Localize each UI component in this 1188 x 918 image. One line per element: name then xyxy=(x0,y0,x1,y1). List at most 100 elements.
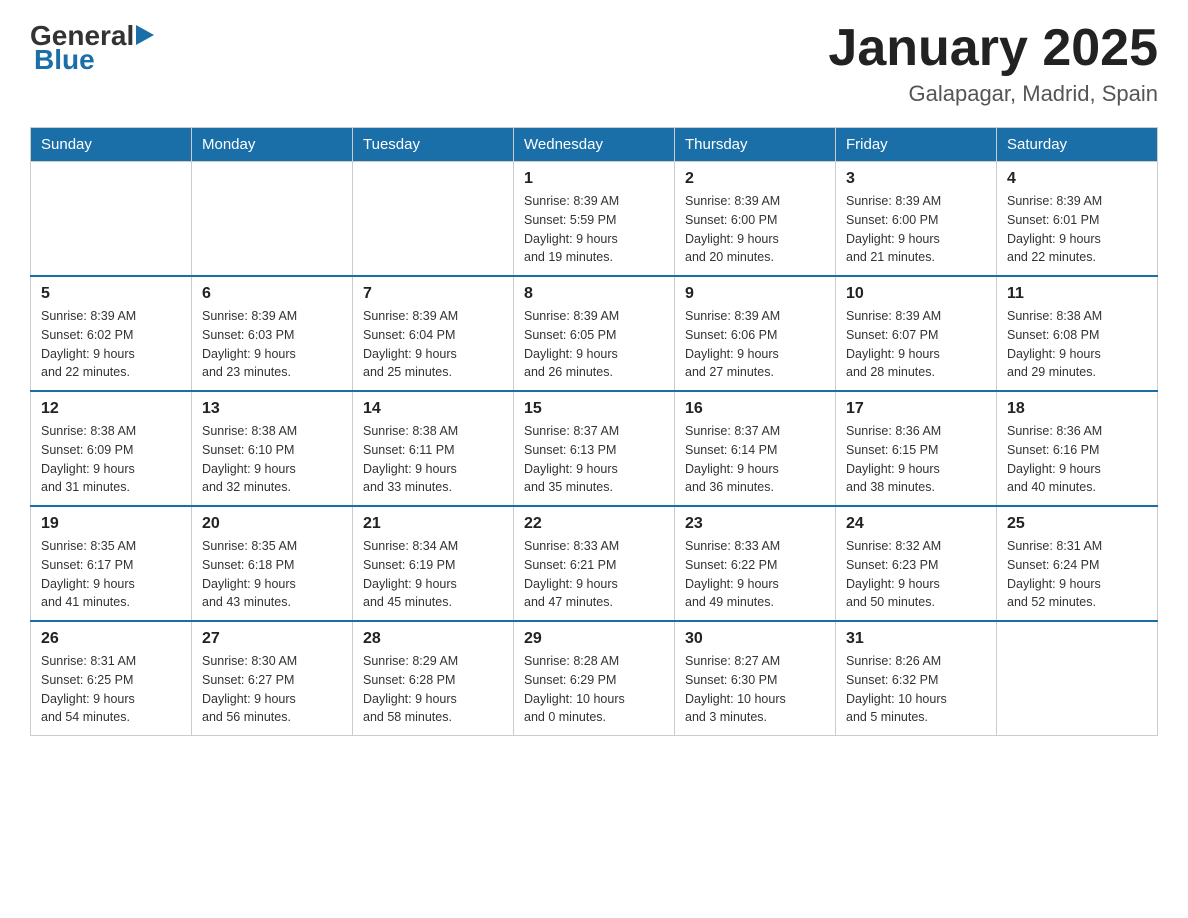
day-info: Sunrise: 8:39 AM Sunset: 6:03 PM Dayligh… xyxy=(202,307,342,382)
day-info: Sunrise: 8:39 AM Sunset: 6:06 PM Dayligh… xyxy=(685,307,825,382)
day-info: Sunrise: 8:38 AM Sunset: 6:11 PM Dayligh… xyxy=(363,422,503,497)
day-number: 9 xyxy=(685,285,825,303)
day-number: 10 xyxy=(846,285,986,303)
calendar-cell: 10 Sunrise: 8:39 AM Sunset: 6:07 PM Dayli… xyxy=(836,276,997,391)
calendar-header-wednesday: Wednesday xyxy=(514,128,675,162)
day-number: 17 xyxy=(846,400,986,418)
calendar-header-sunday: Sunday xyxy=(31,128,192,162)
calendar-cell: 3 Sunrise: 8:39 AM Sunset: 6:00 PM Daylig… xyxy=(836,162,997,277)
calendar-cell: 4 Sunrise: 8:39 AM Sunset: 6:01 PM Daylig… xyxy=(997,162,1158,277)
day-number: 19 xyxy=(41,515,181,533)
day-info: Sunrise: 8:28 AM Sunset: 6:29 PM Dayligh… xyxy=(524,652,664,727)
day-info: Sunrise: 8:37 AM Sunset: 6:14 PM Dayligh… xyxy=(685,422,825,497)
calendar-week-row: 5 Sunrise: 8:39 AM Sunset: 6:02 PM Daylig… xyxy=(31,276,1158,391)
calendar-cell: 17 Sunrise: 8:36 AM Sunset: 6:15 PM Dayli… xyxy=(836,391,997,506)
day-info: Sunrise: 8:38 AM Sunset: 6:08 PM Dayligh… xyxy=(1007,307,1147,382)
calendar-header-thursday: Thursday xyxy=(675,128,836,162)
day-info: Sunrise: 8:38 AM Sunset: 6:09 PM Dayligh… xyxy=(41,422,181,497)
day-info: Sunrise: 8:39 AM Sunset: 6:00 PM Dayligh… xyxy=(846,192,986,267)
day-info: Sunrise: 8:39 AM Sunset: 5:59 PM Dayligh… xyxy=(524,192,664,267)
calendar-cell: 18Sunrise: 8:36 AM Sunset: 6:16 PM Dayli… xyxy=(997,391,1158,506)
day-number: 22 xyxy=(524,515,664,533)
calendar-cell: 31Sunrise: 8:26 AM Sunset: 6:32 PM Dayli… xyxy=(836,621,997,736)
calendar-week-row: 1 Sunrise: 8:39 AM Sunset: 5:59 PM Daylig… xyxy=(31,162,1158,277)
day-number: 16 xyxy=(685,400,825,418)
page-header: General Blue January 2025 Galapagar, Mad… xyxy=(30,20,1158,107)
calendar-header-row: SundayMondayTuesdayWednesdayThursdayFrid… xyxy=(31,128,1158,162)
day-number: 27 xyxy=(202,630,342,648)
day-info: Sunrise: 8:34 AM Sunset: 6:19 PM Dayligh… xyxy=(363,537,503,612)
day-info: Sunrise: 8:32 AM Sunset: 6:23 PM Dayligh… xyxy=(846,537,986,612)
calendar-week-row: 19 Sunrise: 8:35 AM Sunset: 6:17 PM Dayli… xyxy=(31,506,1158,621)
calendar-cell: 11 Sunrise: 8:38 AM Sunset: 6:08 PM Dayli… xyxy=(997,276,1158,391)
day-number: 11 xyxy=(1007,285,1147,303)
day-number: 1 xyxy=(524,170,664,188)
day-number: 29 xyxy=(524,630,664,648)
day-info: Sunrise: 8:35 AM Sunset: 6:17 PM Dayligh… xyxy=(41,537,181,612)
title-block: January 2025 Galapagar, Madrid, Spain xyxy=(828,20,1158,107)
day-number: 4 xyxy=(1007,170,1147,188)
day-info: Sunrise: 8:38 AM Sunset: 6:10 PM Dayligh… xyxy=(202,422,342,497)
day-number: 24 xyxy=(846,515,986,533)
day-number: 28 xyxy=(363,630,503,648)
calendar-cell: 5 Sunrise: 8:39 AM Sunset: 6:02 PM Daylig… xyxy=(31,276,192,391)
calendar-cell xyxy=(31,162,192,277)
calendar-cell: 16 Sunrise: 8:37 AM Sunset: 6:14 PM Dayli… xyxy=(675,391,836,506)
calendar-cell xyxy=(997,621,1158,736)
day-number: 18 xyxy=(1007,400,1147,418)
day-number: 20 xyxy=(202,515,342,533)
day-number: 14 xyxy=(363,400,503,418)
day-info: Sunrise: 8:26 AM Sunset: 6:32 PM Dayligh… xyxy=(846,652,986,727)
calendar-cell: 14 Sunrise: 8:38 AM Sunset: 6:11 PM Dayli… xyxy=(353,391,514,506)
calendar-cell: 26 Sunrise: 8:31 AM Sunset: 6:25 PM Dayli… xyxy=(31,621,192,736)
day-number: 2 xyxy=(685,170,825,188)
calendar-cell: 20 Sunrise: 8:35 AM Sunset: 6:18 PM Dayli… xyxy=(192,506,353,621)
day-info: Sunrise: 8:39 AM Sunset: 6:00 PM Dayligh… xyxy=(685,192,825,267)
day-info: Sunrise: 8:35 AM Sunset: 6:18 PM Dayligh… xyxy=(202,537,342,612)
day-info: Sunrise: 8:39 AM Sunset: 6:04 PM Dayligh… xyxy=(363,307,503,382)
day-number: 7 xyxy=(363,285,503,303)
day-info: Sunrise: 8:31 AM Sunset: 6:25 PM Dayligh… xyxy=(41,652,181,727)
calendar-cell: 15Sunrise: 8:37 AM Sunset: 6:13 PM Dayli… xyxy=(514,391,675,506)
calendar-cell xyxy=(192,162,353,277)
calendar-cell: 19 Sunrise: 8:35 AM Sunset: 6:17 PM Dayli… xyxy=(31,506,192,621)
calendar-cell: 21 Sunrise: 8:34 AM Sunset: 6:19 PM Dayli… xyxy=(353,506,514,621)
month-year-title: January 2025 xyxy=(828,20,1158,77)
calendar-cell: 13 Sunrise: 8:38 AM Sunset: 6:10 PM Dayli… xyxy=(192,391,353,506)
calendar-cell: 22 Sunrise: 8:33 AM Sunset: 6:21 PM Dayli… xyxy=(514,506,675,621)
calendar-cell: 30Sunrise: 8:27 AM Sunset: 6:30 PM Dayli… xyxy=(675,621,836,736)
calendar-cell: 12 Sunrise: 8:38 AM Sunset: 6:09 PM Dayli… xyxy=(31,391,192,506)
day-number: 5 xyxy=(41,285,181,303)
calendar-cell: 28Sunrise: 8:29 AM Sunset: 6:28 PM Dayli… xyxy=(353,621,514,736)
calendar-cell: 6Sunrise: 8:39 AM Sunset: 6:03 PM Daylig… xyxy=(192,276,353,391)
calendar-cell: 29 Sunrise: 8:28 AM Sunset: 6:29 PM Dayli… xyxy=(514,621,675,736)
calendar-cell: 9 Sunrise: 8:39 AM Sunset: 6:06 PM Daylig… xyxy=(675,276,836,391)
calendar-cell: 8Sunrise: 8:39 AM Sunset: 6:05 PM Daylig… xyxy=(514,276,675,391)
calendar-header-friday: Friday xyxy=(836,128,997,162)
day-info: Sunrise: 8:31 AM Sunset: 6:24 PM Dayligh… xyxy=(1007,537,1147,612)
calendar-cell: 2 Sunrise: 8:39 AM Sunset: 6:00 PM Daylig… xyxy=(675,162,836,277)
calendar-cell xyxy=(353,162,514,277)
day-number: 13 xyxy=(202,400,342,418)
day-number: 26 xyxy=(41,630,181,648)
day-number: 21 xyxy=(363,515,503,533)
day-info: Sunrise: 8:39 AM Sunset: 6:05 PM Dayligh… xyxy=(524,307,664,382)
day-number: 12 xyxy=(41,400,181,418)
day-number: 23 xyxy=(685,515,825,533)
day-info: Sunrise: 8:39 AM Sunset: 6:01 PM Dayligh… xyxy=(1007,192,1147,267)
logo-arrow-icon xyxy=(136,25,154,45)
day-number: 3 xyxy=(846,170,986,188)
day-info: Sunrise: 8:39 AM Sunset: 6:07 PM Dayligh… xyxy=(846,307,986,382)
logo-blue-text: Blue xyxy=(30,44,154,76)
day-info: Sunrise: 8:36 AM Sunset: 6:15 PM Dayligh… xyxy=(846,422,986,497)
logo: General Blue xyxy=(30,20,154,76)
calendar-header-tuesday: Tuesday xyxy=(353,128,514,162)
day-info: Sunrise: 8:33 AM Sunset: 6:22 PM Dayligh… xyxy=(685,537,825,612)
day-info: Sunrise: 8:37 AM Sunset: 6:13 PM Dayligh… xyxy=(524,422,664,497)
calendar-cell: 27Sunrise: 8:30 AM Sunset: 6:27 PM Dayli… xyxy=(192,621,353,736)
day-info: Sunrise: 8:39 AM Sunset: 6:02 PM Dayligh… xyxy=(41,307,181,382)
location-subtitle: Galapagar, Madrid, Spain xyxy=(828,81,1158,107)
day-info: Sunrise: 8:33 AM Sunset: 6:21 PM Dayligh… xyxy=(524,537,664,612)
calendar-cell: 24 Sunrise: 8:32 AM Sunset: 6:23 PM Dayli… xyxy=(836,506,997,621)
day-number: 30 xyxy=(685,630,825,648)
